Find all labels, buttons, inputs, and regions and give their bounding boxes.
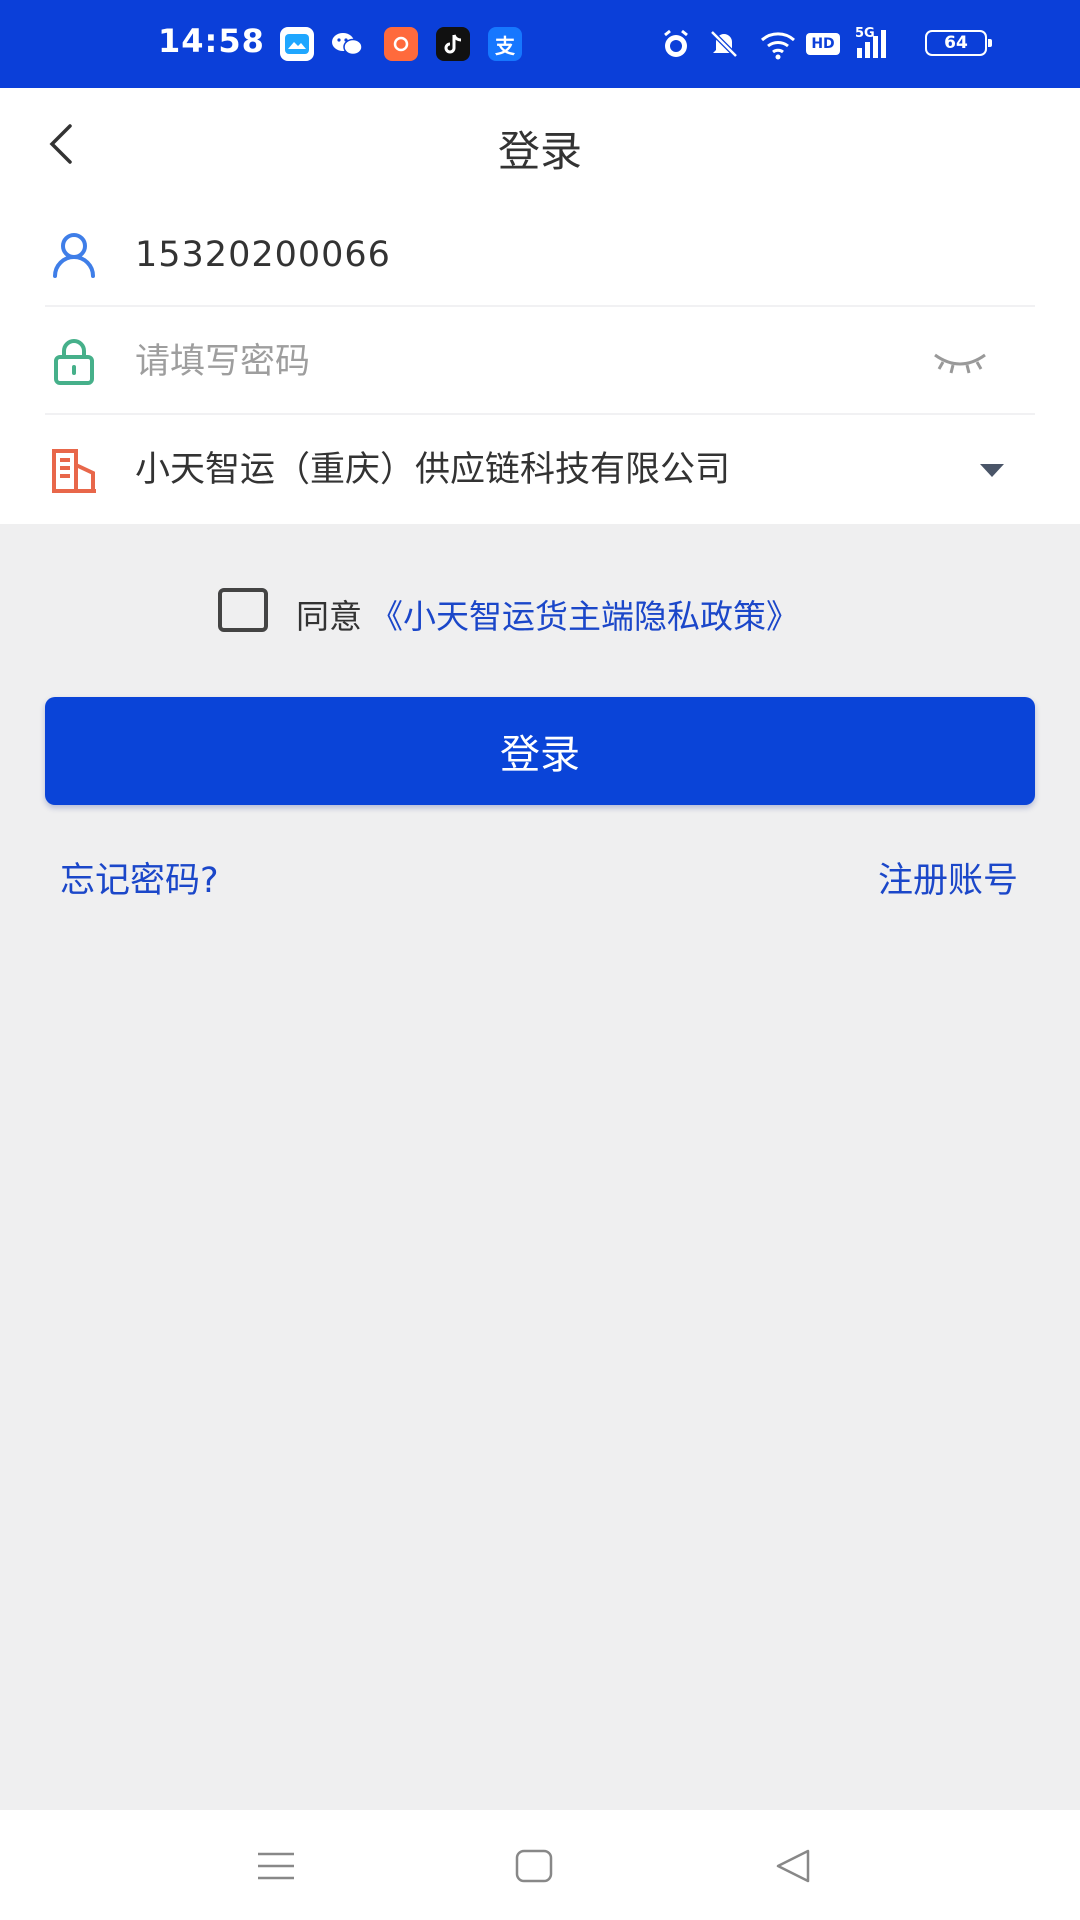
phone-input[interactable]: 15320200066 xyxy=(135,230,391,280)
password-row[interactable]: 请填写密码 xyxy=(45,307,1035,417)
tiktok-icon xyxy=(436,27,470,61)
wifi-icon xyxy=(758,28,798,60)
app-icon xyxy=(384,27,418,61)
login-form: 15320200066 请填写密码 小天智运（重庆）供应链科技有限公司 xyxy=(0,200,1080,524)
register-link[interactable]: 注册账号 xyxy=(878,852,1018,903)
wechat-icon xyxy=(330,27,364,61)
header: 登录 xyxy=(0,88,1080,200)
caret-down-icon[interactable] xyxy=(977,460,1007,480)
privacy-policy-link[interactable]: 《小天智运货主端隐私政策》 xyxy=(370,590,799,638)
agree-checkbox[interactable] xyxy=(218,588,268,632)
alipay-icon: 支 xyxy=(488,27,522,61)
company-row[interactable]: 小天智运（重庆）供应链科技有限公司 xyxy=(45,415,1035,525)
building-icon xyxy=(52,449,96,493)
login-button[interactable]: 登录 xyxy=(45,697,1035,805)
gallery-icon xyxy=(280,27,314,61)
agree-label: 同意 xyxy=(296,597,362,636)
phone-row[interactable]: 15320200066 xyxy=(45,200,1035,310)
lock-icon xyxy=(54,339,94,385)
forgot-password-link[interactable]: 忘记密码? xyxy=(60,852,219,903)
hd-label: HD xyxy=(806,33,840,55)
system-nav-bar xyxy=(0,1810,1080,1920)
user-icon xyxy=(53,233,95,278)
status-bar: 14:58 支 HD 5G 64 xyxy=(0,0,1080,88)
password-input[interactable]: 请填写密码 xyxy=(135,337,310,387)
status-time: 14:58 xyxy=(158,22,265,60)
mute-bell-icon xyxy=(708,28,740,60)
page-title: 登录 xyxy=(497,127,582,176)
hd-icon: HD xyxy=(806,28,844,60)
battery-indicator: 64 xyxy=(925,30,992,56)
company-select[interactable]: 小天智运（重庆）供应链科技有限公司 xyxy=(135,445,730,495)
home-icon[interactable] xyxy=(512,1846,556,1886)
eye-closed-icon[interactable] xyxy=(931,345,989,377)
menu-icon[interactable] xyxy=(254,1846,298,1886)
signal-icon: 5G xyxy=(855,26,905,60)
back-triangle-icon[interactable] xyxy=(770,1846,814,1886)
alarm-icon xyxy=(660,28,692,60)
